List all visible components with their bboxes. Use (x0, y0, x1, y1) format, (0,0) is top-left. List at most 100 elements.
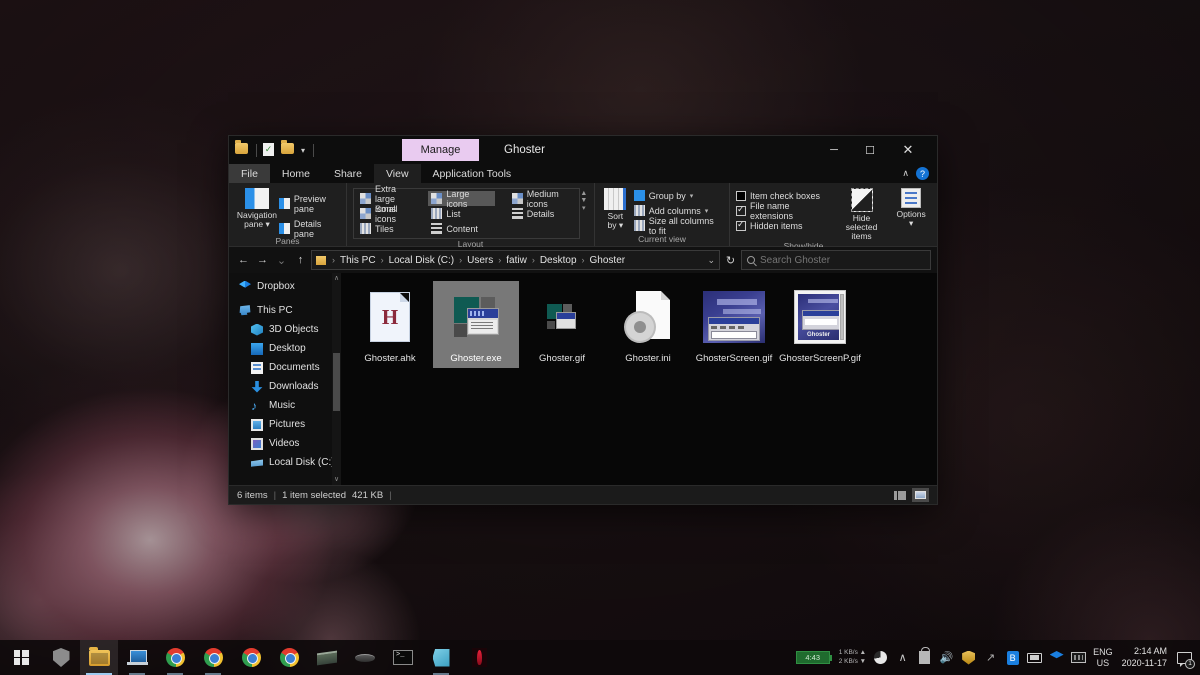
layout-content[interactable]: Content (428, 221, 494, 236)
layout-tiles[interactable]: Tiles (357, 221, 414, 236)
battery-icon[interactable] (1027, 650, 1042, 665)
nav-item-3d-objects[interactable]: 3D Objects (229, 320, 341, 339)
file-item-ghosterscreen-gif[interactable]: GhosterScreen.gif (691, 281, 777, 368)
terminal-icon[interactable] (384, 640, 422, 675)
layout-details[interactable]: Details (509, 206, 576, 221)
checkbox-checked-icon[interactable] (736, 206, 746, 216)
folder-properties-icon[interactable] (281, 143, 296, 158)
options-button[interactable]: Options▾ (891, 186, 931, 228)
cortana-search-icon[interactable] (42, 640, 80, 675)
chevron-down-icon[interactable]: ▾ (705, 207, 709, 215)
windows-defender-icon[interactable] (961, 650, 976, 665)
layout-medium-icons[interactable]: Medium icons (509, 191, 576, 206)
checkbox-unchecked-icon[interactable] (736, 191, 746, 201)
collapse-ribbon-icon[interactable]: ∧ (902, 168, 909, 179)
chevron-down-icon[interactable]: ▾ (690, 192, 694, 200)
navigation-pane-button[interactable]: Navigationpane ▾ (235, 186, 279, 229)
disk-usage-pie-icon[interactable] (873, 650, 888, 665)
help-icon[interactable]: ? (916, 167, 929, 180)
bluetooth-icon[interactable] (1005, 650, 1020, 665)
chrome-icon-2[interactable] (194, 640, 232, 675)
details-pane-toggle[interactable]: Details pane (279, 221, 340, 236)
minimize-button[interactable]: ─ (819, 136, 849, 164)
disc-icon[interactable] (346, 640, 384, 675)
search-box[interactable] (741, 250, 931, 270)
teams-icon[interactable] (422, 640, 460, 675)
sort-by-button[interactable]: Sortby ▾ (601, 186, 630, 230)
security-lock-icon[interactable] (917, 650, 932, 665)
scroll-down-icon[interactable]: ∨ (332, 474, 341, 485)
search-input[interactable] (760, 255, 925, 266)
layout-list[interactable]: List (428, 206, 494, 221)
maximize-button[interactable]: ☐ (855, 136, 885, 164)
breadcrumb-local-disk[interactable]: Local Disk (C:) (387, 255, 457, 266)
wifi-icon[interactable]: ↗ (983, 650, 998, 665)
chrome-icon-3[interactable] (232, 640, 270, 675)
up-button[interactable]: ↑ (292, 250, 309, 270)
remote-desktop-icon[interactable] (118, 640, 156, 675)
close-button[interactable]: ✕ (893, 136, 923, 164)
file-item-ghoster-ini[interactable]: Ghoster.ini (605, 281, 691, 368)
folder-icon[interactable] (235, 143, 250, 158)
expand-gallery-icon[interactable]: ▾ (582, 204, 586, 212)
battery-time-indicator[interactable]: 4:43 (796, 651, 832, 664)
preview-pane-toggle[interactable]: Preview pane (279, 196, 340, 211)
checkbox-checked-icon[interactable] (736, 221, 746, 231)
chrome-icon-1[interactable] (156, 640, 194, 675)
nav-item-documents[interactable]: Documents (229, 358, 341, 377)
scrollbar-thumb[interactable] (333, 353, 340, 411)
show-hidden-icons-icon[interactable]: ∧ (895, 650, 910, 665)
file-list-pane[interactable]: Ghoster.ahk Ghoster.exe Ghoster.gif Ghos… (341, 273, 937, 485)
chevron-down-icon[interactable]: ▾ (299, 146, 307, 155)
layout-large-icons[interactable]: Large icons (428, 191, 494, 206)
file-name-extensions-toggle[interactable]: File name extensions (736, 203, 830, 218)
volume-icon[interactable]: 🔊 (939, 650, 954, 665)
address-breadcrumb-bar[interactable]: › This PC › Local Disk (C:) › Users › fa… (311, 250, 720, 270)
clock[interactable]: 2:14 AM 2020-11-17 (1120, 646, 1167, 669)
tab-view[interactable]: View (374, 164, 421, 183)
scroll-up-icon[interactable]: ∧ (332, 273, 341, 284)
nav-item-pictures[interactable]: Pictures (229, 415, 341, 434)
contextual-tab-manage[interactable]: Manage (402, 139, 479, 161)
layout-gallery[interactable]: Extra large icons Large icons Medium ico… (353, 188, 580, 239)
tab-file[interactable]: File (229, 164, 270, 183)
nav-item-local-disk[interactable]: Local Disk (C:) (229, 453, 341, 472)
scroll-down-icon[interactable]: ▼ (580, 197, 587, 204)
nav-item-desktop[interactable]: Desktop (229, 339, 341, 358)
navigation-pane-scrollbar[interactable]: ∧ ∨ (332, 273, 341, 485)
chrome-icon-4[interactable] (270, 640, 308, 675)
quick-access-toolbar[interactable]: ▾ (229, 143, 317, 158)
refresh-button[interactable]: ↻ (722, 250, 739, 270)
tab-application-tools[interactable]: Application Tools (421, 164, 524, 183)
layout-gallery-scroll[interactable]: ▲ ▼ ▾ (580, 188, 588, 214)
recent-locations-button[interactable]: ⌄ (273, 250, 290, 270)
file-item-ghoster-ahk[interactable]: Ghoster.ahk (347, 281, 433, 368)
scroll-up-icon[interactable]: ▲ (580, 190, 587, 197)
language-indicator[interactable]: ENG US (1093, 647, 1113, 669)
file-explorer-icon[interactable] (80, 640, 118, 675)
navigation-pane[interactable]: Dropbox This PC 3D Objects Desktop Docum… (229, 273, 341, 485)
dropbox-tray-icon[interactable] (1049, 650, 1064, 665)
details-view-button[interactable] (891, 488, 908, 502)
nav-item-music[interactable]: ♪Music (229, 396, 341, 415)
save-icon[interactable] (263, 143, 278, 158)
network-speed-indicator[interactable]: 1 KB/s ▲ 2 KB/s ▼ (839, 649, 866, 665)
hide-selected-items-button[interactable]: Hide selecteditems (838, 186, 885, 241)
address-dropdown[interactable]: ⌄ (707, 255, 715, 266)
tab-share[interactable]: Share (322, 164, 374, 183)
breadcrumb-users[interactable]: Users (465, 255, 495, 266)
forward-button[interactable]: → (254, 250, 271, 270)
nav-item-this-pc[interactable]: This PC (229, 301, 341, 320)
breadcrumb-ghoster[interactable]: Ghoster (588, 255, 628, 266)
file-item-ghoster-gif[interactable]: Ghoster.gif (519, 281, 605, 368)
tab-home[interactable]: Home (270, 164, 322, 183)
breadcrumb-desktop[interactable]: Desktop (538, 255, 579, 266)
large-icons-view-button[interactable] (912, 488, 929, 502)
nav-item-videos[interactable]: Videos (229, 434, 341, 453)
file-item-ghoster-exe[interactable]: Ghoster.exe (433, 281, 519, 368)
nav-item-downloads[interactable]: Downloads (229, 377, 341, 396)
group-by-button[interactable]: Group by ▾ (634, 188, 723, 203)
media-player-icon[interactable] (460, 640, 498, 675)
file-item-ghosterscreenp-gif[interactable]: Ghoster GhosterScreenP.gif (777, 281, 863, 368)
nav-item-dropbox[interactable]: Dropbox (229, 277, 341, 296)
